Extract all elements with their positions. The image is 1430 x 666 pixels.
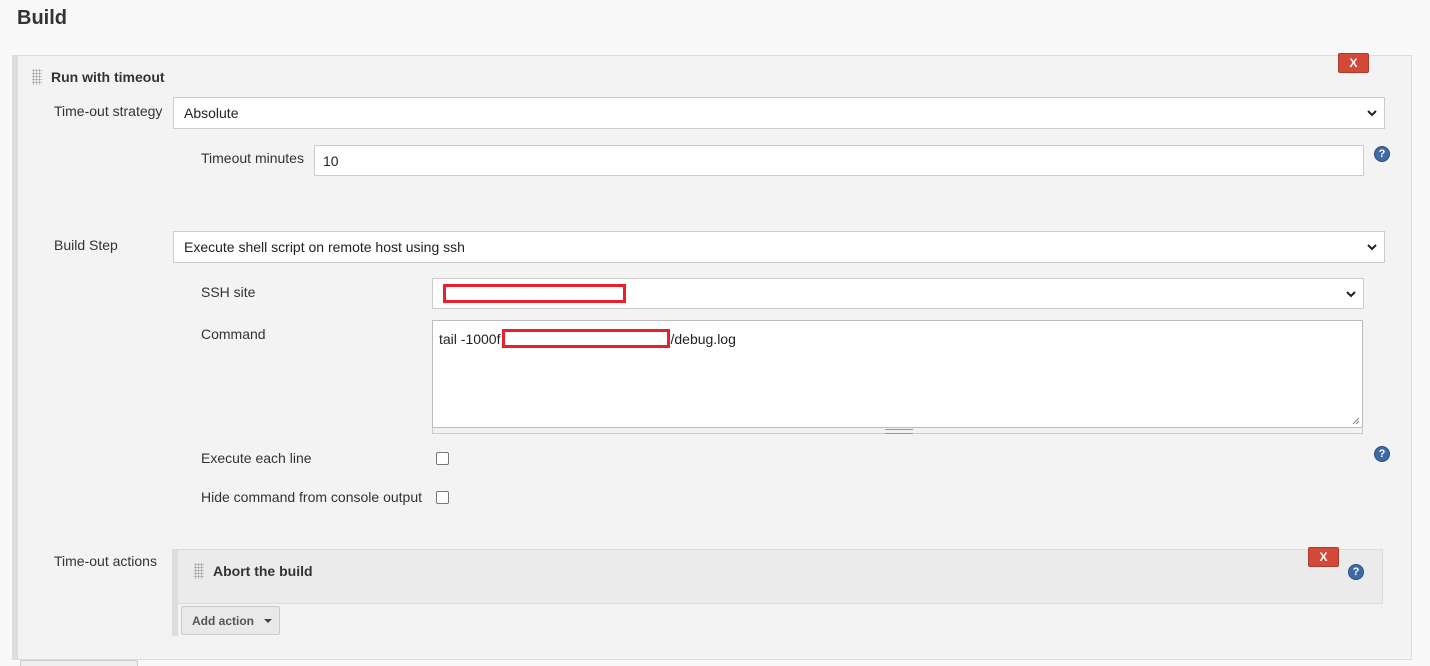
next-button-stub[interactable]: [20, 660, 138, 666]
add-action-button[interactable]: Add action: [181, 606, 280, 635]
chevron-down-icon: [1346, 290, 1356, 297]
ssh-site-redaction: [443, 284, 626, 303]
drag-handle-icon[interactable]: [194, 563, 204, 579]
timeout-strategy-label: Time-out strategy: [54, 103, 163, 119]
execute-each-line-checkbox[interactable]: [436, 452, 449, 465]
page-title: Build: [17, 7, 67, 29]
command-prefix: tail -1000f: [439, 330, 501, 347]
timeout-minutes-value: 10: [323, 152, 339, 169]
textarea-resize-handle[interactable]: [432, 428, 1363, 434]
hide-command-label: Hide command from console output: [201, 489, 422, 505]
resize-corner-icon[interactable]: [1352, 417, 1360, 425]
command-textarea[interactable]: tail -1000f /debug.log: [432, 320, 1363, 428]
section-left-border: [172, 604, 178, 636]
help-icon[interactable]: ?: [1374, 146, 1390, 162]
help-icon[interactable]: ?: [1374, 446, 1390, 462]
chevron-down-icon: [1367, 244, 1377, 251]
timeout-minutes-input[interactable]: 10: [314, 145, 1364, 176]
build-step-label: Build Step: [54, 237, 118, 253]
execute-each-line-label: Execute each line: [201, 450, 312, 466]
command-label: Command: [201, 326, 266, 342]
abort-build-section: [172, 549, 1383, 604]
drag-handle-icon[interactable]: [32, 69, 42, 85]
abort-build-title: Abort the build: [213, 563, 313, 579]
resize-grip-icon: [885, 429, 913, 434]
timeout-strategy-select[interactable]: Absolute: [173, 97, 1385, 129]
timeout-strategy-value: Absolute: [184, 105, 239, 121]
timeout-minutes-label: Timeout minutes: [201, 150, 304, 166]
command-text: tail -1000f /debug.log: [439, 329, 736, 348]
run-with-timeout-title: Run with timeout: [51, 69, 165, 85]
command-redaction: [502, 329, 671, 348]
command-suffix: /debug.log: [670, 330, 736, 347]
delete-timeout-button[interactable]: X: [1338, 53, 1369, 73]
ssh-site-label: SSH site: [201, 284, 256, 300]
delete-action-button[interactable]: X: [1308, 547, 1339, 567]
timeout-actions-label: Time-out actions: [54, 553, 157, 569]
caret-down-icon: [264, 618, 272, 623]
build-step-select[interactable]: Execute shell script on remote host usin…: [173, 231, 1385, 263]
add-action-label: Add action: [192, 613, 254, 628]
help-icon[interactable]: ?: [1348, 564, 1364, 580]
build-step-value: Execute shell script on remote host usin…: [184, 239, 465, 255]
chevron-down-icon: [1367, 110, 1377, 117]
hide-command-checkbox[interactable]: [436, 491, 449, 504]
ssh-site-select[interactable]: [432, 278, 1364, 309]
